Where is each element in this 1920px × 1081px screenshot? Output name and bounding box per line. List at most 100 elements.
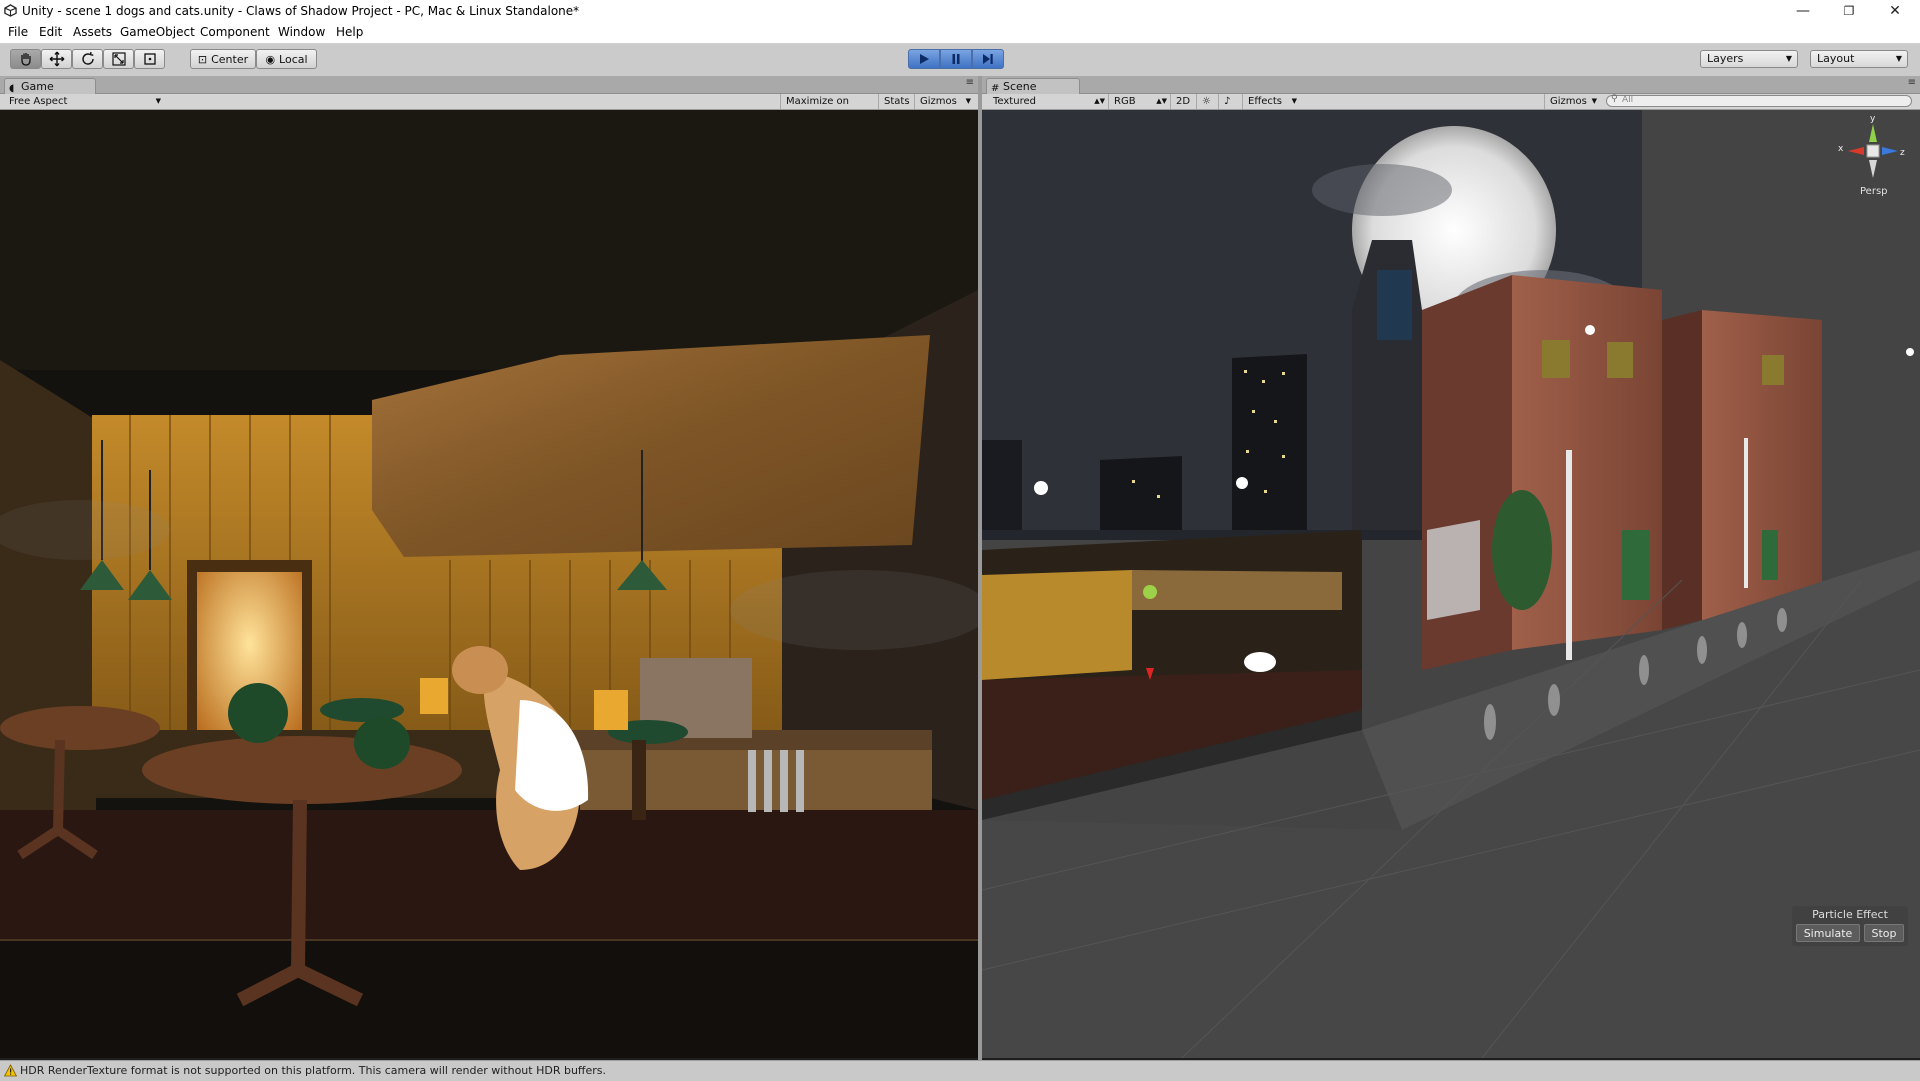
scene-render-image: [982, 110, 1920, 1058]
channel-label: RGB: [1114, 96, 1136, 107]
title-bar: Unity - scene 1 dogs and cats.unity - Cl…: [0, 0, 1920, 22]
pivot-label: Center: [211, 52, 249, 66]
stop-button[interactable]: Stop: [1864, 924, 1904, 942]
scene-lighting-toggle[interactable]: ☼: [1196, 94, 1218, 109]
menu-gameobject[interactable]: GameObject: [120, 25, 195, 39]
play-icon: [920, 54, 929, 64]
effects-dropdown[interactable]: Effects ▼: [1242, 94, 1300, 109]
render-channel-dropdown[interactable]: RGB ▲▼: [1108, 94, 1170, 109]
hand-tool-button[interactable]: [10, 49, 41, 69]
game-panel: ◖Game ≡ Free Aspect ▼ Maximize on Play St…: [0, 76, 978, 1058]
menu-help[interactable]: Help: [336, 25, 363, 39]
game-viewport[interactable]: [0, 110, 978, 1058]
menu-bar: File Edit Assets GameObject Component Wi…: [0, 22, 1920, 44]
scale-icon: [111, 52, 126, 66]
pivot-local-toggle[interactable]: ◉ Local: [256, 49, 317, 69]
tab-game[interactable]: ◖ Game: [4, 78, 96, 94]
shading-label: Textured: [993, 96, 1036, 107]
pivot-center-toggle[interactable]: ⊡ Center: [190, 49, 256, 69]
hand-icon: [20, 53, 31, 66]
game-tab-strip: ◖ Game ≡: [0, 76, 978, 94]
menu-file[interactable]: File: [8, 25, 28, 39]
close-button[interactable]: ✕: [1872, 0, 1918, 22]
tab-scene[interactable]: # Scene: [986, 78, 1080, 94]
2d-mode-toggle[interactable]: 2D: [1170, 94, 1196, 109]
layers-dropdown[interactable]: Layers ▼: [1700, 50, 1798, 68]
dropdown-arrow-icon: ▼: [1895, 54, 1902, 63]
gizmos-label: Gizmos: [920, 96, 957, 107]
scene-audio-toggle[interactable]: ♪: [1218, 94, 1242, 109]
layers-label: Layers: [1707, 52, 1744, 65]
scene-tab-strip: # Scene ≡: [982, 76, 1920, 94]
window-title: Unity - scene 1 dogs and cats.unity - Cl…: [22, 4, 580, 18]
scene-viewport[interactable]: y x z Persp Particle Effect Simulate Sto…: [982, 110, 1920, 1058]
menu-window[interactable]: Window: [278, 25, 325, 39]
dropdown-arrow-icon: ▲▼: [1094, 97, 1105, 105]
play-button[interactable]: [908, 49, 940, 69]
scene-gizmos-label: Gizmos: [1550, 96, 1587, 107]
dropdown-arrow-icon: ▲▼: [1156, 97, 1167, 105]
particle-effect-panel: Particle Effect Simulate Stop: [1792, 906, 1908, 946]
main-toolbar: ⊡ Center ◉ Local Layers ▼ Layout ▼: [0, 44, 1920, 77]
rect-transform-icon: [143, 53, 156, 65]
tab-scene-label: Scene: [1003, 80, 1037, 93]
rect-tool-button[interactable]: [134, 49, 165, 69]
x-axis-label: x: [1838, 144, 1844, 154]
dropdown-arrow-icon: ▼: [1291, 97, 1297, 105]
maximize-on-play-toggle[interactable]: Maximize on Play: [780, 94, 878, 122]
status-message: HDR RenderTexture format is not supporte…: [20, 1064, 607, 1077]
shading-mode-dropdown[interactable]: Textured ▲▼: [988, 94, 1108, 109]
game-render-image: [0, 110, 978, 1058]
scale-tool-button[interactable]: [103, 49, 134, 69]
globe-icon: ◉: [265, 52, 276, 66]
move-tool-button[interactable]: [41, 49, 72, 69]
simulate-button[interactable]: Simulate: [1796, 924, 1860, 942]
search-placeholder: All: [1622, 95, 1634, 105]
dropdown-arrow-icon: ▼: [155, 97, 161, 105]
dropdown-arrow-icon: ▼: [965, 97, 971, 105]
rotate-icon: [81, 51, 94, 65]
speaker-icon: ♪: [1224, 96, 1231, 107]
search-icon: ⚲: [1611, 94, 1618, 104]
warning-icon: [4, 1064, 17, 1077]
aspect-label: Free Aspect: [9, 96, 68, 107]
pivot-icon: ⊡: [197, 52, 208, 66]
step-button[interactable]: [972, 49, 1004, 69]
z-axis-label: z: [1900, 148, 1905, 158]
stats-toggle[interactable]: Stats: [878, 94, 914, 109]
dropdown-arrow-icon: ▼: [1591, 97, 1597, 105]
rotate-tool-button[interactable]: [72, 49, 103, 69]
minimize-button[interactable]: —: [1780, 0, 1826, 22]
space-label: Local: [279, 52, 308, 66]
dropdown-arrow-icon: ▼: [1785, 54, 1792, 63]
step-icon: [983, 54, 993, 64]
panel-menu-icon[interactable]: ≡: [966, 77, 974, 88]
status-bar[interactable]: HDR RenderTexture format is not supporte…: [0, 1060, 1920, 1081]
menu-assets[interactable]: Assets: [73, 25, 112, 39]
move-arrows-icon: [49, 51, 64, 67]
aspect-dropdown[interactable]: Free Aspect ▼: [4, 94, 164, 109]
sun-icon: ☼: [1202, 96, 1211, 107]
hierarchy-search-field[interactable]: ⚲ All: [1606, 94, 1912, 107]
effects-label: Effects: [1248, 96, 1282, 107]
menu-component[interactable]: Component: [200, 25, 270, 39]
game-view-toolbar: Free Aspect ▼ Maximize on Play Stats Gizm…: [0, 94, 978, 122]
projection-label[interactable]: Persp: [1860, 186, 1888, 197]
pause-icon: [952, 54, 960, 64]
panel-menu-icon[interactable]: ≡: [1908, 77, 1916, 88]
scene-view-toolbar: Textured ▲▼ RGB ▲▼ 2D ☼ ♪ Effects ▼ Gizmos ▼…: [982, 94, 1920, 110]
layout-label: Layout: [1817, 52, 1855, 65]
pause-button[interactable]: [940, 49, 972, 69]
gizmos-toggle[interactable]: Gizmos ▼: [914, 94, 974, 109]
axis-gizmo-icon: [1848, 124, 1898, 178]
scene-orientation-gizmo[interactable]: y x z Persp: [1838, 114, 1908, 197]
scene-gizmos-dropdown[interactable]: Gizmos ▼: [1544, 94, 1600, 109]
menu-edit[interactable]: Edit: [39, 25, 62, 39]
layout-dropdown[interactable]: Layout ▼: [1810, 50, 1908, 68]
particle-effect-title: Particle Effect: [1812, 908, 1888, 921]
scene-panel: # Scene ≡ Textured ▲▼ RGB ▲▼ 2D ☼ ♪ Effects…: [982, 76, 1920, 1058]
y-axis-label: y: [1870, 114, 1876, 124]
tab-game-label: Game: [21, 80, 54, 93]
unity-logo-icon: [4, 4, 17, 17]
restore-button[interactable]: ❐: [1826, 0, 1872, 22]
